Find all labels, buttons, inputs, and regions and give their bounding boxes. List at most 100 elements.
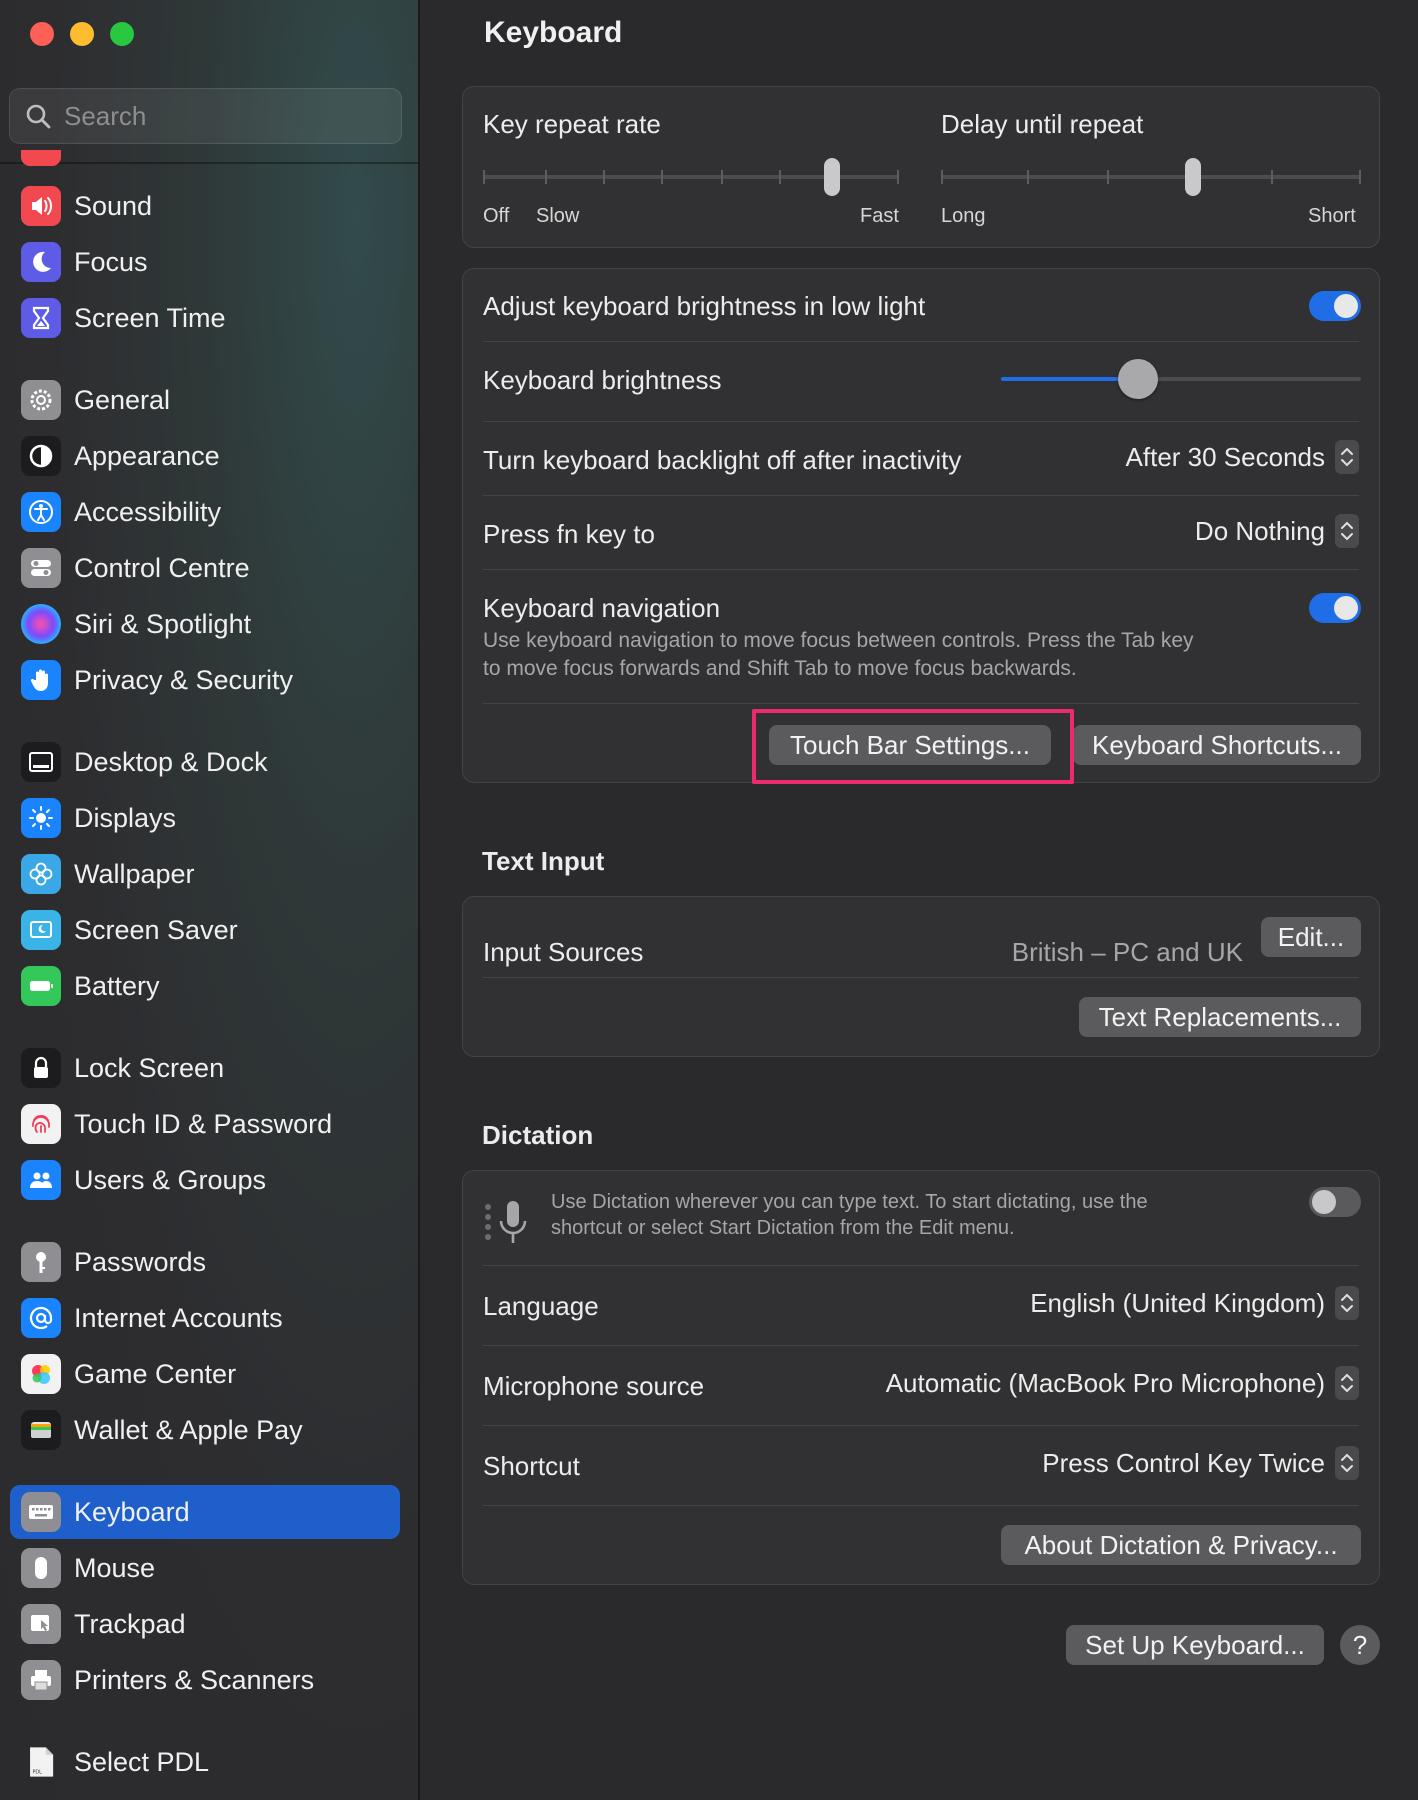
- sidebar-item-passwords[interactable]: Passwords: [10, 1235, 400, 1289]
- key-repeat-title: Key repeat rate: [483, 109, 661, 139]
- delay-repeat-slider-thumb[interactable]: [1185, 158, 1201, 196]
- control-centre-icon: [21, 548, 61, 588]
- page-title: Keyboard: [484, 16, 623, 49]
- sidebar-item-general[interactable]: General: [10, 373, 400, 427]
- sidebar-item-users-groups[interactable]: Users & Groups: [10, 1153, 400, 1207]
- set-up-keyboard-button[interactable]: Set Up Keyboard...: [1066, 1625, 1324, 1665]
- language-popup[interactable]: English (United Kingdom): [1030, 1286, 1359, 1320]
- main-pane: Keyboard Key repeat rate Delay until rep…: [422, 0, 1418, 1800]
- minimize-window-button[interactable]: [70, 22, 94, 46]
- brightness-auto-toggle[interactable]: [1309, 291, 1361, 321]
- key-repeat-fast-label: Fast: [860, 205, 899, 227]
- sidebar-item-select-pdl[interactable]: PDL Select PDL: [10, 1735, 400, 1789]
- sidebar-item-printers-scanners[interactable]: Printers & Scanners: [10, 1653, 400, 1707]
- brightness-slider[interactable]: [1001, 357, 1361, 401]
- dictation-section-title: Dictation: [482, 1120, 594, 1150]
- sidebar-item-focus[interactable]: Focus: [10, 235, 400, 289]
- siri-icon: [21, 604, 61, 644]
- keyboard-nav-toggle[interactable]: [1309, 593, 1361, 623]
- language-value: English (United Kingdom): [1030, 1287, 1325, 1318]
- row-divider: [483, 1505, 1359, 1506]
- sidebar-item-label: Battery: [74, 970, 160, 1001]
- sidebar-item-label: Lock Screen: [74, 1052, 225, 1083]
- fingerprint-icon: [21, 1104, 61, 1144]
- sidebar-item-label: Siri & Spotlight: [74, 608, 252, 639]
- dock-icon: [21, 742, 61, 782]
- sidebar-item-appearance[interactable]: Appearance: [10, 429, 400, 483]
- sidebar-item-sound[interactable]: Sound: [10, 179, 400, 233]
- dictation-description-line: Use Dictation wherever you can type text…: [551, 1191, 1148, 1213]
- row-divider: [483, 421, 1359, 422]
- fn-key-popup[interactable]: Do Nothing: [1195, 514, 1359, 548]
- zoom-window-button[interactable]: [110, 22, 134, 46]
- sidebar-item-label: Users & Groups: [74, 1164, 267, 1195]
- sidebar-item-privacy-security[interactable]: Privacy & Security: [10, 653, 400, 707]
- sidebar-item-internet-accounts[interactable]: Internet Accounts: [10, 1291, 400, 1345]
- chevron-up-down-icon: [1335, 1286, 1359, 1320]
- key-repeat-slider[interactable]: [483, 157, 899, 197]
- sidebar-item-label: Screen Time: [74, 302, 226, 333]
- keyboard-options-card: Adjust keyboard brightness in low light …: [462, 268, 1380, 783]
- sidebar-item-touch-id[interactable]: Touch ID & Password: [10, 1097, 400, 1151]
- flower-icon: [21, 854, 61, 894]
- sidebar-item-keyboard[interactable]: Keyboard: [10, 1485, 400, 1539]
- dictation-toggle[interactable]: [1309, 1187, 1361, 1217]
- sidebar-divider: [0, 162, 418, 164]
- input-sources-edit-button[interactable]: Edit...: [1261, 917, 1361, 957]
- about-dictation-button[interactable]: About Dictation & Privacy...: [1001, 1525, 1361, 1565]
- chevron-up-down-icon: [1335, 1446, 1359, 1480]
- text-replacements-button[interactable]: Text Replacements...: [1079, 997, 1361, 1037]
- search-field[interactable]: [9, 88, 402, 144]
- sidebar-item-wallet[interactable]: Wallet & Apple Pay: [10, 1403, 400, 1457]
- microphone-source-popup[interactable]: Automatic (MacBook Pro Microphone): [886, 1366, 1359, 1400]
- key-repeat-slow-label: Slow: [536, 205, 580, 227]
- delay-repeat-slider[interactable]: [941, 157, 1361, 197]
- sidebar-item-siri-spotlight[interactable]: Siri & Spotlight: [10, 597, 400, 651]
- keyboard-shortcuts-button[interactable]: Keyboard Shortcuts...: [1073, 725, 1361, 765]
- sidebar-item-desktop-dock[interactable]: Desktop & Dock: [10, 735, 400, 789]
- keyboard-nav-label: Keyboard navigation: [483, 593, 721, 623]
- sidebar-item-screen-time[interactable]: Screen Time: [10, 291, 400, 345]
- search-input[interactable]: [64, 100, 384, 132]
- dictation-description-line: shortcut or select Start Dictation from …: [551, 1217, 1015, 1239]
- sidebar-item-label: Privacy & Security: [74, 664, 294, 695]
- sidebar-item-screen-saver[interactable]: Screen Saver: [10, 903, 400, 957]
- speaker-icon: [21, 186, 61, 226]
- key-repeat-slider-thumb[interactable]: [824, 158, 841, 196]
- delay-long-label: Long: [941, 205, 986, 227]
- highlight-box: [752, 709, 1074, 784]
- sidebar-item-battery[interactable]: Battery: [10, 959, 400, 1013]
- lock-icon: [21, 1048, 61, 1088]
- wallet-icon: [21, 1410, 61, 1450]
- mouse-icon: [21, 1548, 61, 1588]
- row-divider: [483, 495, 1359, 496]
- sidebar-item-displays[interactable]: Displays: [10, 791, 400, 845]
- sidebar-item-label: Touch ID & Password: [74, 1108, 333, 1139]
- sidebar-item-label: Passwords: [74, 1246, 207, 1277]
- close-window-button[interactable]: [30, 22, 54, 46]
- shortcut-popup[interactable]: Press Control Key Twice: [1042, 1446, 1359, 1480]
- backlight-off-popup[interactable]: After 30 Seconds: [1126, 440, 1359, 474]
- row-divider: [483, 569, 1359, 570]
- keyboard-nav-description: Use keyboard navigation to move focus be…: [483, 627, 1194, 683]
- brightness-label: Keyboard brightness: [483, 365, 722, 395]
- dictation-card: Use Dictation wherever you can type text…: [462, 1170, 1380, 1585]
- chevron-up-down-icon: [1335, 1366, 1359, 1400]
- row-divider: [483, 1345, 1359, 1346]
- microphone-source-value: Automatic (MacBook Pro Microphone): [885, 1367, 1325, 1398]
- svg-text:PDL: PDL: [33, 1770, 43, 1776]
- sidebar-item-game-center[interactable]: Game Center: [10, 1347, 400, 1401]
- sidebar-item-lock-screen[interactable]: Lock Screen: [10, 1041, 400, 1095]
- row-divider: [483, 703, 1359, 704]
- sidebar-item-accessibility[interactable]: Accessibility: [10, 485, 400, 539]
- sidebar-item-control-centre[interactable]: Control Centre: [10, 541, 400, 595]
- sidebar-item-wallpaper[interactable]: Wallpaper: [10, 847, 400, 901]
- brightness-slider-knob[interactable]: [1117, 359, 1158, 399]
- sidebar-item-mouse[interactable]: Mouse: [10, 1541, 400, 1595]
- gear-icon: [21, 380, 61, 420]
- sidebar-item-trackpad[interactable]: Trackpad: [10, 1597, 400, 1651]
- text-input-card: Input Sources British – PC and UK Edit..…: [462, 896, 1380, 1057]
- help-button[interactable]: ?: [1340, 1625, 1380, 1665]
- microphone-source-label: Microphone source: [483, 1371, 705, 1401]
- sidebar-item-label: Select PDL: [74, 1746, 210, 1777]
